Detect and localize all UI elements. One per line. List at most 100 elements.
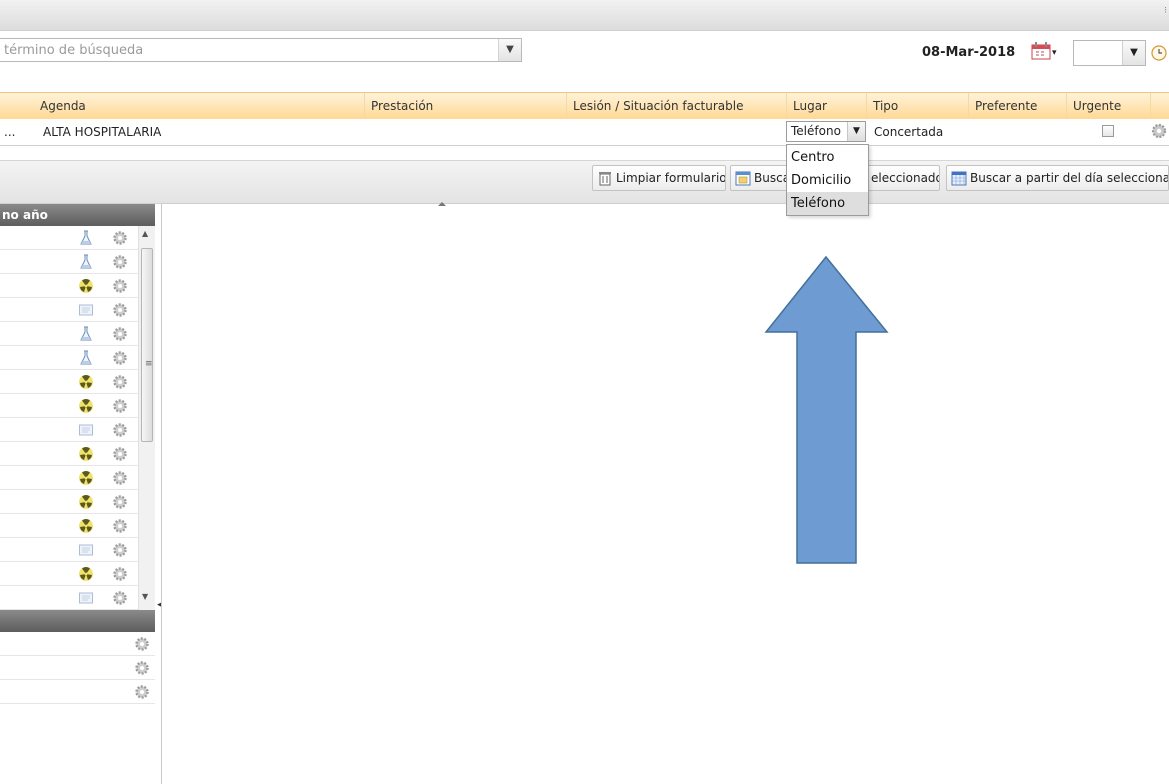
column-header-urgente[interactable]: Urgente xyxy=(1066,93,1150,119)
column-header-lesion[interactable]: Lesión / Situación facturable xyxy=(566,93,784,119)
left-panel-header-2 xyxy=(0,610,155,632)
list-item[interactable] xyxy=(0,490,138,514)
table-row[interactable]: ... ALTA HOSPITALARIA Concertada xyxy=(0,119,1169,146)
list-item[interactable] xyxy=(0,680,155,704)
list-item[interactable] xyxy=(0,322,138,346)
gear-icon[interactable] xyxy=(112,350,128,366)
up-arrow-annotation xyxy=(764,255,889,564)
gear-icon[interactable] xyxy=(112,422,128,438)
chevron-down-icon[interactable]: ▼ xyxy=(498,39,521,61)
column-header-prestacion[interactable]: Prestación xyxy=(364,93,566,119)
grip-icon: ≡ xyxy=(145,359,153,369)
gear-icon[interactable] xyxy=(112,566,128,582)
cell-agenda: ALTA HOSPITALARIA xyxy=(43,125,162,139)
search-button[interactable]: Busca xyxy=(730,165,790,191)
column-header-agenda[interactable]: Agenda xyxy=(34,93,364,119)
gear-icon[interactable] xyxy=(112,542,128,558)
radiation-icon xyxy=(79,470,93,485)
window-control-icon[interactable]: ⁝ xyxy=(1164,6,1167,16)
list-item[interactable] xyxy=(0,562,138,586)
column-header-lugar[interactable]: Lugar xyxy=(786,93,866,119)
gear-icon[interactable] xyxy=(112,326,128,342)
clear-form-button[interactable]: Limpiar formulario xyxy=(592,165,726,191)
radiation-icon xyxy=(79,446,93,461)
gear-icon[interactable] xyxy=(112,446,128,462)
gear-icon[interactable] xyxy=(112,278,128,294)
flask-icon xyxy=(80,326,92,341)
search-combo[interactable]: ▼ xyxy=(0,38,522,62)
search-input[interactable] xyxy=(0,39,498,61)
list-item[interactable] xyxy=(0,346,138,370)
scroll-down-icon[interactable]: ▼ xyxy=(142,592,148,601)
scrollbar-thumb[interactable]: ≡ xyxy=(141,248,153,442)
chevron-down-icon[interactable]: ▼ xyxy=(1122,41,1145,65)
gear-icon[interactable] xyxy=(112,374,128,390)
flask-icon xyxy=(80,350,92,365)
search-from-day-button[interactable]: Buscar a partir del día seleccionado xyxy=(946,165,1169,191)
list-item[interactable] xyxy=(0,370,138,394)
list-item[interactable] xyxy=(0,394,138,418)
top-bar xyxy=(0,0,1169,31)
gear-icon[interactable] xyxy=(112,254,128,270)
search-selected-label: eleccionado xyxy=(871,171,940,185)
column-header-actions xyxy=(1150,93,1169,119)
vertical-scrollbar[interactable]: ▲ ≡ ▼ xyxy=(138,226,155,610)
list-item[interactable] xyxy=(0,418,138,442)
time-select[interactable]: ▼ xyxy=(1073,40,1146,66)
left-panel-list xyxy=(0,226,138,610)
list-item[interactable] xyxy=(0,514,138,538)
doc-icon xyxy=(79,424,93,436)
column-header-preferente[interactable]: Preferente xyxy=(968,93,1066,119)
list-item[interactable] xyxy=(0,656,155,680)
flask-icon xyxy=(80,230,92,245)
list-item[interactable] xyxy=(0,298,138,322)
urgente-checkbox[interactable] xyxy=(1102,125,1114,137)
column-header-tipo[interactable]: Tipo xyxy=(866,93,968,119)
list-item[interactable] xyxy=(0,226,138,250)
lugar-select[interactable]: Teléfono ▼ xyxy=(786,121,866,142)
radiation-icon xyxy=(79,374,93,389)
search-selected-button[interactable]: eleccionado xyxy=(866,165,940,191)
list-item[interactable] xyxy=(0,586,138,610)
list-item[interactable] xyxy=(0,632,155,656)
doc-icon xyxy=(79,544,93,556)
gear-icon[interactable] xyxy=(112,518,128,534)
gear-icon[interactable] xyxy=(134,684,150,700)
caret-down-icon[interactable]: ▾ xyxy=(1052,48,1057,58)
gear-icon[interactable] xyxy=(112,302,128,318)
list-item[interactable] xyxy=(0,538,138,562)
gear-icon[interactable] xyxy=(134,660,150,676)
search-button-label: Busca xyxy=(754,171,790,185)
trash-icon xyxy=(599,172,611,186)
grid-header: Agenda Prestación Lesión / Situación fac… xyxy=(0,92,1169,120)
option-centro[interactable]: Centro xyxy=(787,146,868,169)
calendar-icon[interactable] xyxy=(1031,42,1051,60)
gear-icon[interactable] xyxy=(134,636,150,652)
option-domicilio[interactable]: Domicilio xyxy=(787,169,868,192)
clock-icon[interactable] xyxy=(1151,45,1167,61)
radiation-icon xyxy=(79,518,93,533)
option-telefono[interactable]: Teléfono xyxy=(787,192,868,215)
chevron-down-icon[interactable]: ▼ xyxy=(847,122,865,141)
radiation-icon xyxy=(79,494,93,509)
radiation-icon xyxy=(79,398,93,413)
gear-icon[interactable] xyxy=(1151,123,1167,139)
radiation-icon xyxy=(79,278,93,293)
list-item[interactable] xyxy=(0,442,138,466)
search-from-day-label: Buscar a partir del día seleccionado xyxy=(970,171,1169,185)
left-panel-header: no año xyxy=(0,204,155,226)
list-item[interactable] xyxy=(0,466,138,490)
calendar-grid-icon xyxy=(951,171,967,186)
flask-icon xyxy=(80,254,92,269)
gear-icon[interactable] xyxy=(112,494,128,510)
panel-divider xyxy=(161,204,162,784)
lugar-dropdown-list[interactable]: Centro Domicilio Teléfono xyxy=(786,144,869,216)
gear-icon[interactable] xyxy=(112,230,128,246)
gear-icon[interactable] xyxy=(112,398,128,414)
list-item[interactable] xyxy=(0,250,138,274)
list-item[interactable] xyxy=(0,274,138,298)
scroll-up-icon[interactable]: ▲ xyxy=(142,229,148,238)
splitter-handle-icon[interactable] xyxy=(422,201,462,207)
gear-icon[interactable] xyxy=(112,590,128,606)
gear-icon[interactable] xyxy=(112,470,128,486)
